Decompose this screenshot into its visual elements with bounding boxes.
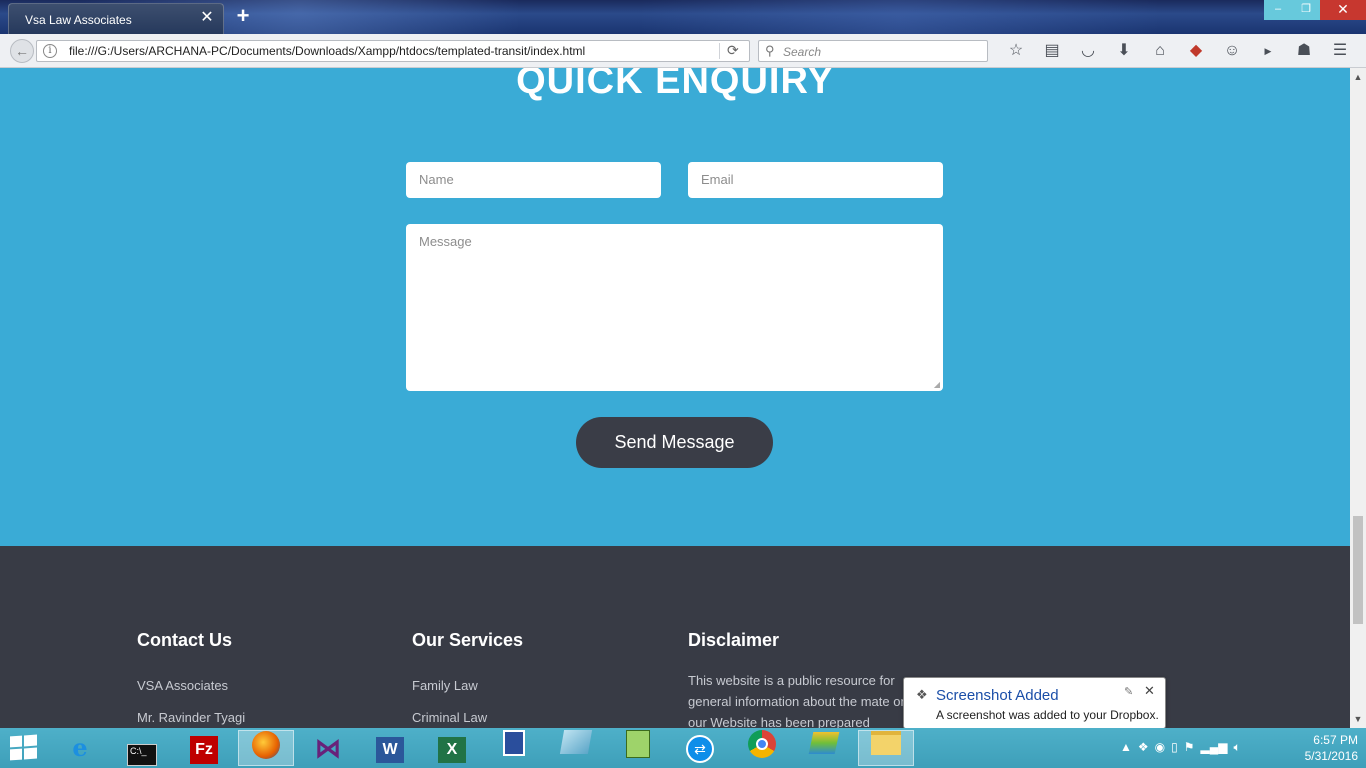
taskbar: e C:\_ Fz ⋈ W X ⇄ ▲ ❖ ◉ ▯ ⚑ ▂▄▆ 🔈︎ 6:57 … [0, 728, 1366, 768]
message-placeholder: Message [419, 234, 472, 249]
close-window-button[interactable]: ✕ [1320, 0, 1366, 20]
battery-icon[interactable]: ▯ [1171, 740, 1178, 755]
pin-icon[interactable]: ✎ [1124, 685, 1133, 698]
dropbox-notification[interactable]: ❖ Screenshot Added A screenshot was adde… [903, 677, 1166, 736]
toolbar-icons: ☆ ▤ ◡ ⬇ ⌂ ◆ ☺ ▶ ☗ ☰ [998, 40, 1358, 62]
tab-active[interactable]: Vsa Law Associates ✕ [8, 3, 224, 34]
word-icon[interactable]: W [362, 730, 418, 766]
notification-body: A screenshot was added to your Dropbox. [936, 708, 1159, 722]
clock-time: 6:57 PM [1313, 733, 1358, 747]
url-separator [719, 43, 720, 59]
info-icon[interactable]: i [43, 44, 57, 58]
notification-close-icon[interactable]: ✕ [1144, 683, 1155, 699]
scroll-thumb[interactable] [1353, 516, 1363, 624]
new-tab-button[interactable]: + [232, 4, 254, 28]
resize-handle-icon[interactable]: ◢ [934, 380, 940, 389]
scroll-down-icon[interactable]: ▼ [1350, 714, 1366, 724]
clock-date: 5/31/2016 [1304, 749, 1358, 763]
disclaimer-title: Disclaimer [688, 630, 780, 650]
download-icon[interactable]: ⬇ [1106, 40, 1142, 62]
navigation-bar: ← i file:///G:/Users/ARCHANA-PC/Document… [0, 34, 1366, 68]
name-input[interactable]: Name [406, 162, 661, 198]
contact-title: Contact Us [137, 630, 233, 650]
home-icon[interactable]: ⌂ [1142, 40, 1178, 62]
star-icon[interactable]: ☆ [998, 40, 1034, 62]
minimize-button[interactable]: – [1264, 0, 1292, 20]
pocket-icon[interactable]: ◡ [1070, 40, 1106, 62]
scroll-up-icon[interactable]: ▲ [1350, 72, 1366, 82]
search-placeholder: Search [783, 45, 822, 59]
youtube-icon[interactable]: ▶ [1250, 40, 1286, 62]
dropbox-icon: ❖ [916, 687, 928, 702]
bluestacks-icon[interactable] [796, 730, 852, 766]
cmd-icon[interactable]: C:\_ [114, 730, 170, 766]
service-link-family-law[interactable]: Family Law [412, 678, 478, 693]
reading-list-icon[interactable]: ▤ [1034, 40, 1070, 62]
volume-icon[interactable]: 🔈︎ [1233, 740, 1240, 755]
firefox-icon[interactable] [238, 730, 294, 766]
title-bar: Vsa Law Associates ✕ + – ❐ ✕ [0, 0, 1366, 34]
disclaimer-text: This website is a public resource for ge… [688, 673, 908, 728]
visual-studio-icon[interactable]: ⋈ [300, 730, 356, 766]
filezilla-icon[interactable]: Fz [176, 730, 232, 766]
search-bar[interactable]: ⚲ Search [758, 40, 988, 62]
app-icon[interactable] [486, 730, 542, 766]
file-explorer-icon[interactable] [858, 730, 914, 766]
chrome-icon[interactable] [734, 730, 790, 766]
email-input[interactable]: Email [688, 162, 943, 198]
page-heading: QUICK ENQUIRY [516, 68, 834, 102]
excel-icon[interactable]: X [424, 730, 480, 766]
url-text[interactable]: file:///G:/Users/ARCHANA-PC/Documents/Do… [69, 44, 585, 58]
network-tray-icon[interactable]: ◉ [1155, 740, 1165, 755]
search-icon: ⚲ [765, 43, 775, 58]
clock[interactable]: 6:57 PM 5/31/2016 [1288, 732, 1358, 764]
tab-title: Vsa Law Associates [25, 13, 132, 27]
page-scrollbar[interactable]: ▲ ▼ [1350, 68, 1366, 728]
restore-button[interactable]: ❐ [1292, 0, 1320, 20]
action-center-icon[interactable]: ⚑ [1184, 740, 1195, 755]
internet-explorer-icon[interactable]: e [52, 730, 108, 766]
emoji-icon[interactable]: ☺ [1214, 40, 1250, 62]
service-link-criminal-law[interactable]: Criminal Law [412, 710, 487, 725]
paint-icon[interactable] [548, 730, 604, 766]
system-tray: ▲ ❖ ◉ ▯ ⚑ ▂▄▆ 🔈︎ [1120, 740, 1241, 755]
page-content: QUICK ENQUIRY Name Email Message ◢ Send … [0, 68, 1350, 728]
window-controls: – ❐ ✕ [1264, 0, 1366, 20]
start-button[interactable] [10, 734, 38, 762]
notification-title: Screenshot Added [936, 687, 1059, 704]
extension-icon[interactable]: ◆ [1178, 40, 1214, 62]
url-bar[interactable]: i file:///G:/Users/ARCHANA-PC/Documents/… [36, 40, 750, 62]
dropbox-tray-icon[interactable]: ❖ [1138, 740, 1149, 755]
contact-item: Mr. Ravinder Tyagi [137, 710, 246, 725]
teamviewer-icon[interactable]: ⇄ [672, 730, 728, 766]
menu-icon[interactable]: ☰ [1322, 40, 1358, 62]
profile-icon[interactable]: ☗ [1286, 40, 1322, 62]
tab-close-icon[interactable]: ✕ [199, 10, 215, 26]
reload-icon[interactable]: ⟳ [727, 42, 739, 59]
contact-item: VSA Associates [137, 678, 229, 693]
back-button[interactable]: ← [10, 39, 34, 63]
services-title: Our Services [412, 630, 524, 650]
message-textarea[interactable]: Message ◢ [406, 224, 943, 391]
show-hidden-icons-icon[interactable]: ▲ [1120, 740, 1132, 755]
send-message-button[interactable]: Send Message [576, 417, 773, 468]
notepad-icon[interactable] [610, 730, 666, 766]
signal-icon[interactable]: ▂▄▆ [1201, 740, 1228, 755]
